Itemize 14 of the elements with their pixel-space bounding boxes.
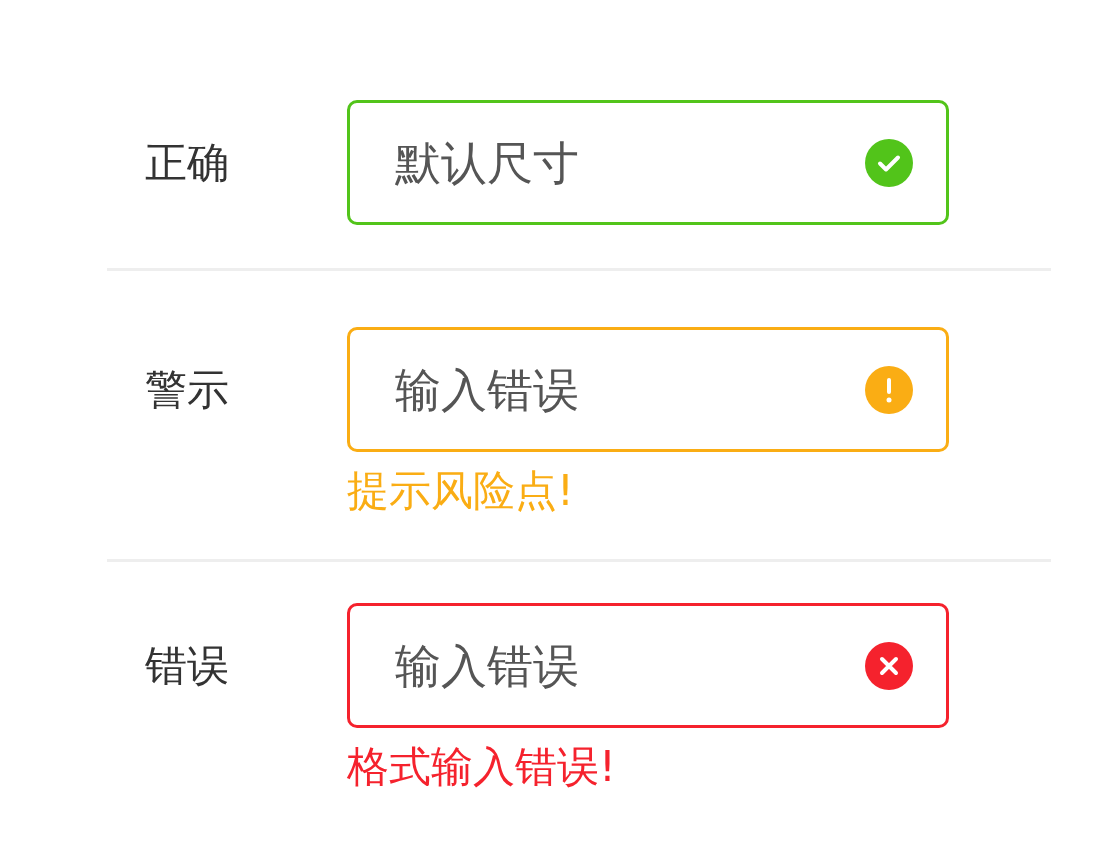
exclamation-circle-icon <box>865 365 913 414</box>
input-field[interactable]: 默认尺寸 <box>347 100 949 225</box>
row-label: 警示 <box>145 364 229 414</box>
row-label: 正确 <box>145 137 229 187</box>
hint-text: 格式输入错误! <box>347 742 616 792</box>
field-value: 输入错误 <box>395 642 580 689</box>
close-circle-icon <box>865 641 913 690</box>
input-field[interactable]: 输入错误 <box>347 327 949 452</box>
check-circle-icon <box>865 138 913 187</box>
input-field[interactable]: 输入错误 <box>347 603 949 729</box>
hint-text: 提示风险点! <box>347 466 574 515</box>
field-value: 默认尺寸 <box>395 139 580 186</box>
field-value: 输入错误 <box>395 366 580 413</box>
row-label: 错误 <box>145 640 229 690</box>
